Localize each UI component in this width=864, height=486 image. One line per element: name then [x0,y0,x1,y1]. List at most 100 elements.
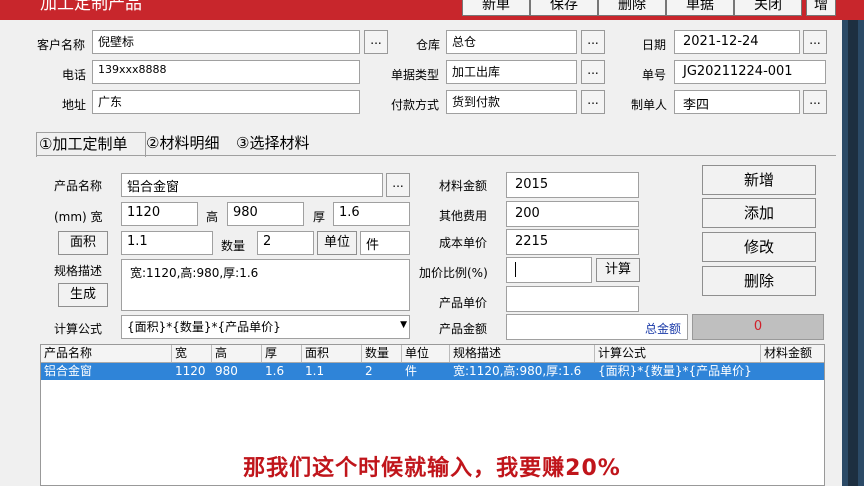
thickness-field[interactable]: 1.6 [333,202,410,226]
thickness-label: 厚 [313,210,326,224]
tab-select-material[interactable]: ③选择材料 [234,132,328,156]
generate-button[interactable]: 生成 [58,283,108,307]
warehouse-field[interactable]: 总仓 [446,30,577,54]
doctype-lookup-button[interactable]: ... [581,60,605,84]
document-button[interactable]: 单据 [666,0,734,16]
doctype-field[interactable]: 加工出库 [446,60,577,84]
save-button[interactable]: 保存 [530,0,598,16]
warehouse-lookup-button[interactable]: ... [581,30,605,54]
markup-field[interactable] [506,257,592,283]
maker-lookup-button[interactable]: ... [803,90,827,114]
width-field[interactable]: 1120 [121,202,198,226]
calculate-button[interactable]: 计算 [596,258,640,282]
table-cell: 2 [365,364,373,378]
table-cell: 件 [405,364,418,378]
spec-label: 规格描述 [54,264,103,278]
background-desktop-strip [842,20,864,486]
date-label: 日期 [642,38,667,52]
total-label: 总金额 [645,322,682,336]
other-fee-field[interactable]: 200 [506,201,639,227]
table-cell: 1120 [175,364,206,378]
table-cell: 铝合金窗 [44,364,93,378]
payment-lookup-button[interactable]: ... [581,90,605,114]
title-bar: 加工定制产品 新单 保存 删除 单据 关闭 增 [0,0,864,20]
area-field[interactable]: 1.1 [121,231,213,255]
material-amount-label: 材料金额 [439,179,488,193]
docno-label: 单号 [642,68,667,82]
unit-price-label: 产品单价 [439,296,488,310]
edit-item-button[interactable]: 修改 [702,232,816,262]
customer-label: 客户名称 [37,38,86,52]
product-name-label: 产品名称 [54,179,103,193]
column-header[interactable]: 宽 [172,345,212,362]
product-name-field[interactable]: 铝合金窗 [121,173,383,197]
payment-label: 付款方式 [391,98,440,112]
phone-field[interactable]: 139xxx8888 [92,60,360,84]
address-field[interactable]: 广东 [92,90,360,114]
customer-lookup-button[interactable]: ... [364,30,388,54]
cost-price-label: 成本单价 [439,236,488,250]
table-header: 产品名称 宽 高 厚 面积 数量 单位 规格描述 计算公式 材料金额 [41,345,824,363]
column-header[interactable]: 高 [212,345,262,362]
height-field[interactable]: 980 [227,202,304,226]
height-label: 高 [206,210,219,224]
unit-button[interactable]: 单位 [317,231,357,255]
add-item-button[interactable]: 添加 [702,198,816,228]
date-field[interactable]: 2021-12-24 [674,30,800,54]
table-cell: 1.6 [265,364,285,378]
address-label: 地址 [62,98,87,112]
formula-label: 计算公式 [54,322,103,336]
formula-value: {面积}*{数量}*{产品单价} [127,320,281,334]
column-header[interactable]: 单位 [402,345,450,362]
column-header[interactable]: 数量 [362,345,402,362]
docno-field[interactable]: JG20211224-001 [674,60,826,84]
app-window: 加工定制产品 新单 保存 删除 单据 关闭 增 客户名称 倪壁标 ... 仓库 … [0,0,864,486]
column-header[interactable]: 计算公式 [595,345,761,362]
area-button[interactable]: 面积 [58,231,108,255]
product-lookup-button[interactable]: ... [386,173,410,197]
table-cell: 980 [215,364,238,378]
table-cell [761,363,824,380]
markup-label: 加价比例(%) [419,266,488,280]
mm-width-label: (mm) 宽 [54,210,103,224]
text-cursor [515,262,516,277]
product-amount-label: 产品金额 [439,322,488,336]
maker-label: 制单人 [631,98,668,112]
quantity-label: 数量 [221,239,246,253]
table-cell: {面积}*{数量}*{产品单价} [598,364,752,378]
tab-processing-order[interactable]: ①加工定制单 [36,132,146,157]
material-amount-field[interactable]: 2015 [506,172,639,198]
column-header[interactable]: 产品名称 [41,345,172,362]
customer-field[interactable]: 倪壁标 [92,30,360,54]
close-button[interactable]: 关闭 [734,0,802,16]
column-header[interactable]: 材料金额 [761,345,824,362]
maker-field[interactable]: 李四 [674,90,800,114]
other-fee-label: 其他费用 [439,209,488,223]
total-amount: 0 [692,314,824,340]
warehouse-label: 仓库 [416,38,441,52]
delete-doc-button[interactable]: 删除 [598,0,666,16]
date-picker-button[interactable]: ... [803,30,827,54]
window-title: 加工定制产品 [40,0,142,14]
video-caption: 那我们这个时候就输入，我要赚20% [243,456,621,481]
new-doc-button[interactable]: 新单 [462,0,530,16]
column-header[interactable]: 厚 [262,345,302,362]
delete-item-button[interactable]: 删除 [702,266,816,296]
unit-price-field[interactable] [506,286,639,312]
column-header[interactable]: 面积 [302,345,362,362]
spec-textarea[interactable]: 宽:1120,高:980,厚:1.6 [121,259,410,311]
unit-field[interactable]: 件 [360,231,410,255]
desktop-edge [848,20,858,486]
column-header[interactable]: 规格描述 [450,345,595,362]
tab-material-detail[interactable]: ②材料明细 [144,132,236,156]
chevron-down-icon[interactable]: ▼ [400,320,407,330]
formula-select[interactable]: {面积}*{数量}*{产品单价} ▼ [121,315,410,339]
extra-button[interactable]: 增 [806,0,836,16]
new-item-button[interactable]: 新增 [702,165,816,195]
cost-price-field[interactable]: 2215 [506,229,639,255]
table-row[interactable]: 铝合金窗 1120 980 1.6 1.1 2 件 宽:1120,高:980,厚… [41,363,824,380]
payment-field[interactable]: 货到付款 [446,90,577,114]
phone-label: 电话 [62,68,87,82]
quantity-field[interactable]: 2 [257,231,314,255]
table-cell: 1.1 [305,364,325,378]
